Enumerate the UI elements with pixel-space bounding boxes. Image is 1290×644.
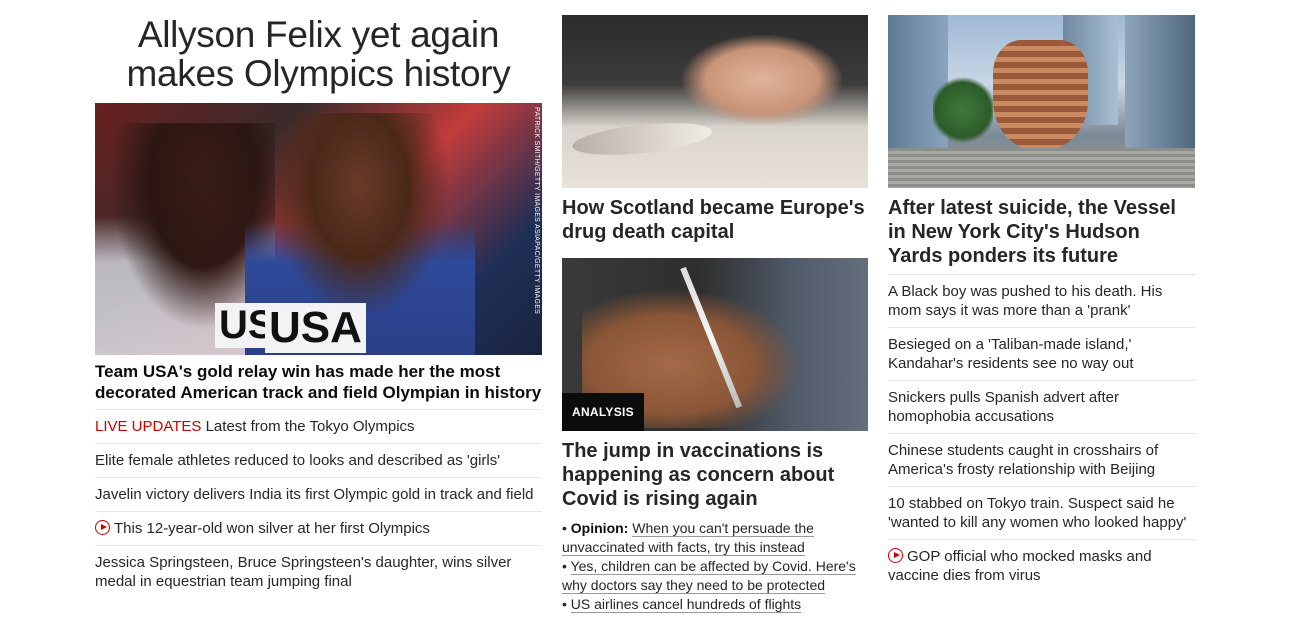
- list-item-text: 10 stabbed on Tokyo train. Suspect said …: [888, 495, 1187, 531]
- right-link-list: A Black boy was pushed to his death. His…: [888, 274, 1195, 592]
- list-item[interactable]: Besieged on a 'Taliban-made island,' Kan…: [888, 328, 1195, 381]
- list-item-text: This 12-year-old won silver at her first…: [114, 520, 430, 537]
- spoon-shape: [570, 117, 714, 161]
- vessel-structure-shape: [993, 40, 1088, 150]
- opinion-label: Opinion:: [570, 520, 629, 536]
- list-item[interactable]: Elite female athletes reduced to looks a…: [95, 444, 542, 478]
- scotland-headline[interactable]: How Scotland became Europe's drug death …: [562, 196, 868, 244]
- sub-link[interactable]: Yes, children can be affected by Covid. …: [562, 558, 856, 594]
- hand-shape: [682, 35, 842, 125]
- list-item-text: Besieged on a 'Taliban-made island,' Kan…: [888, 336, 1134, 372]
- sub-link-item: • Opinion: When you can't persuade the u…: [562, 519, 868, 557]
- list-item[interactable]: Javelin victory delivers India its first…: [95, 478, 542, 512]
- list-item[interactable]: 10 stabbed on Tokyo train. Suspect said …: [888, 487, 1195, 540]
- lead-headline[interactable]: Team USA's gold relay win has made her t…: [95, 361, 542, 410]
- list-item[interactable]: Jessica Springsteen, Bruce Springsteen's…: [95, 546, 542, 598]
- list-item-live-updates[interactable]: LIVE UPDATES Latest from the Tokyo Olymp…: [95, 410, 542, 444]
- scotland-drug-image[interactable]: [562, 15, 868, 188]
- list-item[interactable]: Snickers pulls Spanish advert after homo…: [888, 381, 1195, 434]
- allyson-felix-image[interactable]: US USA PATRICK SMITH/GETTY IMAGES ASIAPA…: [95, 103, 542, 355]
- list-item[interactable]: A Black boy was pushed to his death. His…: [888, 275, 1195, 328]
- list-item-text: Chinese students caught in crosshairs of…: [888, 442, 1159, 478]
- vaccination-headline[interactable]: The jump in vaccinations is happening as…: [562, 439, 868, 511]
- sub-link-item: • US airlines cancel hundreds of flights: [562, 595, 868, 614]
- bullet: •: [562, 520, 567, 536]
- banner-headline[interactable]: Allyson Felix yet again makes Olympics h…: [95, 15, 542, 103]
- photo-credit: PATRICK SMITH/GETTY IMAGES ASIAPAC/GETTY…: [533, 107, 540, 315]
- live-updates-label: LIVE UPDATES: [95, 418, 202, 435]
- sub-link-item: • Yes, children can be affected by Covid…: [562, 557, 868, 595]
- bullet: •: [562, 596, 567, 612]
- tree-shape: [933, 75, 993, 145]
- bullet: •: [562, 558, 567, 574]
- list-item-text: Javelin victory delivers India its first…: [95, 486, 534, 503]
- vaccination-image[interactable]: ANALYSIS: [562, 258, 868, 431]
- list-item-video[interactable]: GOP official who mocked masks and vaccin…: [888, 540, 1195, 592]
- play-circle-icon: [95, 520, 110, 535]
- list-item-text: Elite female athletes reduced to looks a…: [95, 452, 501, 469]
- list-item-text: Jessica Springsteen, Bruce Springsteen's…: [95, 554, 512, 590]
- list-item-text: Snickers pulls Spanish advert after homo…: [888, 389, 1119, 425]
- list-item-video[interactable]: This 12-year-old won silver at her first…: [95, 512, 542, 546]
- middle-column: How Scotland became Europe's drug death …: [562, 15, 868, 614]
- vessel-headline[interactable]: After latest suicide, the Vessel in New …: [888, 196, 1195, 268]
- vaccination-sub-links: • Opinion: When you can't persuade the u…: [562, 519, 868, 614]
- right-column: After latest suicide, the Vessel in New …: [888, 15, 1195, 592]
- left-column: Allyson Felix yet again makes Olympics h…: [95, 15, 542, 598]
- building-shape: [1125, 15, 1195, 165]
- vessel-image[interactable]: [888, 15, 1195, 188]
- list-item-text: A Black boy was pushed to his death. His…: [888, 283, 1163, 319]
- stairs-shape: [888, 148, 1195, 188]
- list-item-text: GOP official who mocked masks and vaccin…: [888, 548, 1152, 584]
- play-circle-icon: [888, 548, 903, 563]
- list-item[interactable]: Chinese students caught in crosshairs of…: [888, 434, 1195, 487]
- jersey-text-2: USA: [265, 303, 366, 353]
- left-link-list: LIVE UPDATES Latest from the Tokyo Olymp…: [95, 410, 542, 598]
- list-item-text: Latest from the Tokyo Olympics: [205, 418, 415, 435]
- analysis-badge: ANALYSIS: [562, 393, 644, 431]
- sub-link[interactable]: US airlines cancel hundreds of flights: [570, 596, 802, 613]
